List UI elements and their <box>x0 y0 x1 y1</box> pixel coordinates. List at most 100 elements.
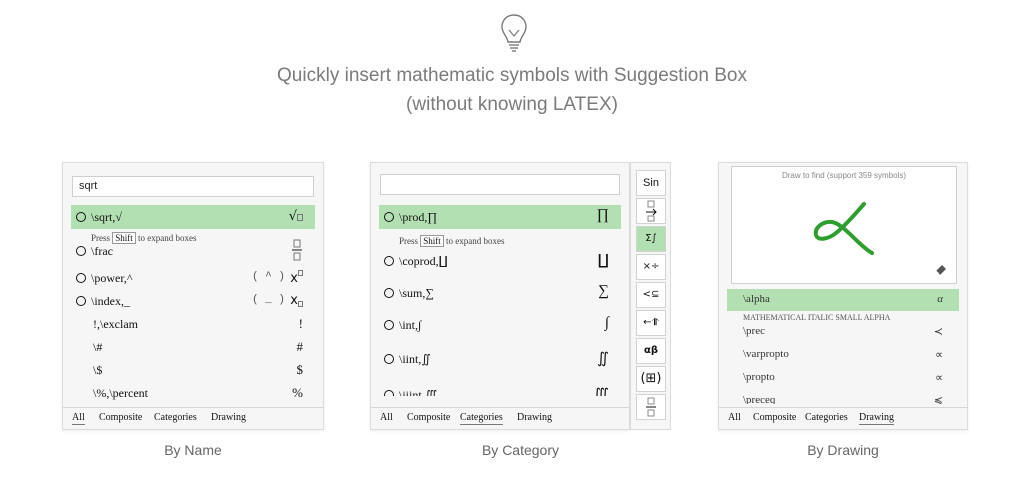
tab-categories[interactable]: Categories <box>805 412 848 424</box>
arrow-box-icon <box>646 200 657 222</box>
suggestion-label: !,\exclam <box>93 317 138 331</box>
tab-categories[interactable]: Categories <box>460 412 503 425</box>
handwritten-alpha-stroke <box>813 202 874 255</box>
suggestion-label: \# <box>93 340 103 354</box>
sqrt-symbol-icon: √ <box>289 209 303 224</box>
shortcut-hint: ( _ ) <box>251 294 285 306</box>
category-fraction-button[interactable] <box>636 394 666 420</box>
drawing-canvas[interactable]: Draw to find (support 359 symbols) <box>731 166 957 284</box>
triple-integral-symbol-icon: ∭ <box>593 387 609 396</box>
suggestion-label: \alpha <box>743 293 770 305</box>
subscript-symbol-icon: x <box>290 293 303 308</box>
suggestion-label: \iint,∬ <box>399 352 431 366</box>
search-input[interactable]: sqrt <box>72 176 314 197</box>
suggestion-item-preceq[interactable]: \preceq ≼ <box>727 390 959 404</box>
radio-icon <box>384 288 394 298</box>
eraser-icon[interactable] <box>934 263 948 275</box>
suggestion-label: \power,^ <box>91 271 133 285</box>
radio-icon <box>384 354 394 364</box>
category-arrows-button[interactable] <box>636 198 666 224</box>
shortcut-hint: ( ^ ) <box>251 271 285 283</box>
mode-tabs: All Composite Categories Drawing <box>719 407 967 429</box>
tab-categories[interactable]: Categories <box>154 412 197 424</box>
suggestion-item-exclam[interactable]: !,\exclam ! <box>71 312 315 336</box>
hint-suffix: to expand boxes <box>446 236 505 246</box>
sum-symbol-icon: ∑ <box>598 283 609 299</box>
tab-composite[interactable]: Composite <box>753 412 796 424</box>
suggestion-item-hash[interactable]: \# # <box>71 335 315 359</box>
suggestion-item-iiint[interactable]: \iiint,∭ ∭ <box>379 383 621 396</box>
suggestion-label: \index,_ <box>91 294 130 308</box>
alpha-symbol: α <box>937 293 943 305</box>
suggestion-symbol: # <box>296 339 304 354</box>
suggestion-item-iint[interactable]: \iint,∬ ∬ <box>379 347 621 371</box>
suggestion-label: \coprod,∐ <box>399 254 448 268</box>
suggestion-item-index[interactable]: \index,_ ( _ ) x <box>71 289 315 313</box>
search-input[interactable] <box>380 174 620 195</box>
suggestion-item-sum[interactable]: \sum,∑ ∑ <box>379 281 621 305</box>
suggestion-item-power[interactable]: \power,^ ( ^ ) x <box>71 266 315 290</box>
suggestion-symbol: ∝ <box>935 349 943 361</box>
category-matrix-button[interactable]: (⊞) <box>636 366 666 392</box>
tab-composite[interactable]: Composite <box>407 412 450 424</box>
suggestion-label: \frac <box>91 244 113 258</box>
suggestion-label: \propto <box>743 371 775 383</box>
headline-line-1: Quickly insert mathematic symbols with S… <box>277 65 747 86</box>
shift-key: Shift <box>420 235 444 247</box>
double-integral-symbol-icon: ∬ <box>597 351 609 367</box>
suggestion-item-dollar[interactable]: \$ $ <box>71 358 315 382</box>
suggestion-item-frac[interactable]: \frac <box>71 239 315 263</box>
suggestion-item-int[interactable]: \int,∫ ∫ <box>379 313 621 337</box>
tab-composite[interactable]: Composite <box>99 412 142 424</box>
category-arrows-2-button[interactable]: ←⥣ <box>636 310 666 336</box>
suggestion-item-percent[interactable]: \%,\percent % <box>71 381 315 405</box>
suggestion-symbol: $ <box>296 362 304 377</box>
suggestion-label: \sqrt,√ <box>91 210 122 224</box>
headline-line-2: (without knowing LATEX) <box>406 94 618 115</box>
radio-icon <box>76 273 86 283</box>
category-operators-button[interactable]: ×÷ <box>636 254 666 280</box>
hint-prefix: Press <box>399 236 419 246</box>
category-relations-button[interactable]: <⊆ <box>636 282 666 308</box>
by-name-panel: sqrt \sqrt,√ √ Press Shift to expand box… <box>62 162 324 430</box>
suggestion-symbol: ! <box>298 316 303 331</box>
tab-all[interactable]: All <box>380 412 393 424</box>
tab-drawing[interactable]: Drawing <box>859 412 894 425</box>
by-drawing-panel: Draw to find (support 359 symbols) \alph… <box>718 162 968 430</box>
suggestion-label: \preceq <box>743 394 776 404</box>
radio-icon <box>384 320 394 330</box>
tab-all[interactable]: All <box>72 412 85 425</box>
tab-drawing[interactable]: Drawing <box>517 412 552 424</box>
suggestion-item-varpropto[interactable]: \varpropto ∝ <box>727 344 959 366</box>
superscript-symbol-icon: x <box>290 270 303 286</box>
tab-drawing[interactable]: Drawing <box>211 412 246 424</box>
suggestion-label: \sum,∑ <box>399 286 434 300</box>
radio-icon <box>76 246 86 256</box>
radio-icon <box>384 256 394 266</box>
category-greek-button[interactable]: αβ <box>636 338 666 364</box>
caption-by-name: By Name <box>164 442 222 458</box>
expand-boxes-hint: Press Shift to expand boxes <box>399 235 505 247</box>
radio-icon <box>76 212 86 222</box>
suggestion-label: \prod,∏ <box>399 210 438 224</box>
suggestion-item-sqrt[interactable]: \sqrt,√ √ <box>71 205 315 229</box>
category-big-operators-button[interactable]: Σ∫ <box>636 226 666 252</box>
fraction-symbol-icon <box>291 239 303 265</box>
suggestion-item-coprod[interactable]: \coprod,∐ ∐ <box>379 249 621 273</box>
fraction-box-icon <box>646 397 656 417</box>
tab-all[interactable]: All <box>728 412 741 424</box>
integral-symbol-icon: ∫ <box>604 315 609 331</box>
mode-tabs: All Composite Categories Drawing <box>63 407 323 429</box>
suggestion-item-prod[interactable]: \prod,∏ ∏ <box>379 205 621 229</box>
suggestion-label: \varpropto <box>743 348 789 360</box>
coprod-symbol-icon: ∐ <box>597 253 609 269</box>
lightbulb-icon <box>501 14 527 52</box>
suggestion-item-prec[interactable]: \prec ≺ <box>727 321 959 343</box>
suggestion-item-propto[interactable]: \propto ∝ <box>727 367 959 389</box>
radio-icon <box>76 296 86 306</box>
suggestion-label: \%,\percent <box>93 386 148 400</box>
suggestion-symbol: ≺ <box>933 326 943 338</box>
suggestion-item-alpha[interactable]: \alpha α <box>727 289 959 311</box>
category-functions-button[interactable]: Sin <box>636 170 666 196</box>
suggestion-symbol: ∝ <box>935 372 943 384</box>
